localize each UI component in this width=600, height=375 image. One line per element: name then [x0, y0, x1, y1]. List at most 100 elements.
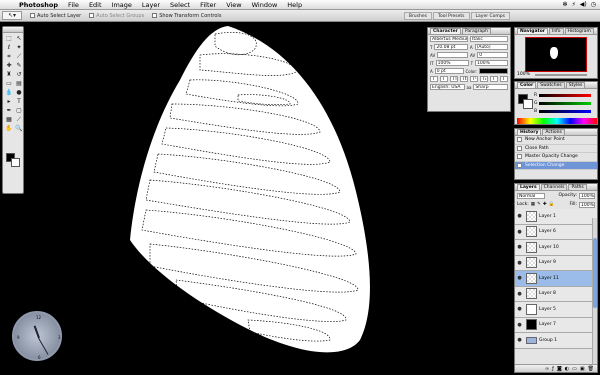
color-palette-header[interactable]: Color Swatches Styles	[515, 82, 597, 89]
visibility-eye-icon[interactable]: ●	[515, 244, 524, 250]
volume-icon[interactable]: ◀)	[580, 1, 587, 8]
visibility-eye-icon[interactable]: ●	[515, 337, 524, 343]
path-selection-tool-icon[interactable]: ▸	[4, 97, 14, 106]
battery-icon[interactable]: ⚡	[572, 1, 576, 8]
font-family-select[interactable]: Albertus Medium	[430, 36, 468, 42]
brush-tool-icon[interactable]: ✎	[14, 61, 24, 70]
font-size-field[interactable]: 20.08 pt	[434, 44, 468, 50]
gradient-tool-icon[interactable]: ▤	[14, 79, 24, 88]
navigator-preview[interactable]	[525, 37, 587, 72]
horizontal-scale-field[interactable]: 100%	[475, 60, 509, 66]
visibility-eye-icon[interactable]: ●	[515, 229, 524, 235]
menu-window[interactable]: Window	[247, 1, 283, 9]
faux-bold-button[interactable]: T	[430, 76, 438, 82]
show-transform-checkbox[interactable]: Show Transform Controls	[152, 13, 221, 19]
visibility-eye-icon[interactable]: ●	[515, 275, 524, 281]
visibility-eye-icon[interactable]: ●	[515, 260, 524, 266]
navigator-palette-header[interactable]: Navigator Info Histogram	[515, 28, 597, 35]
blue-slider[interactable]	[539, 110, 591, 113]
layer-row[interactable]: ● Layer 10	[515, 240, 597, 256]
opacity-field[interactable]: 100%	[579, 192, 595, 199]
zoom-tool-icon[interactable]: 🔍	[14, 124, 24, 133]
magic-wand-tool-icon[interactable]: ✦	[14, 43, 24, 52]
new-group-icon[interactable]: ▭	[572, 366, 577, 372]
layers-scrollbar[interactable]	[592, 218, 597, 364]
layers-palette-header[interactable]: Layers Channels Paths	[515, 184, 597, 191]
checkbox-icon[interactable]	[30, 13, 35, 18]
tab-swatches[interactable]: Swatches	[537, 82, 565, 88]
menu-help[interactable]: Help	[282, 1, 307, 9]
blur-tool-icon[interactable]: 💧	[4, 88, 14, 97]
fill-field[interactable]: 100%	[579, 201, 595, 208]
tab-character[interactable]: Character	[430, 28, 461, 34]
antialias-select[interactable]: Sharp	[473, 84, 508, 90]
strikethrough-button[interactable]: T	[500, 76, 508, 82]
layer-row[interactable]: ● Group 1	[515, 333, 597, 349]
eraser-tool-icon[interactable]: ▭	[4, 79, 14, 88]
zoom-level[interactable]: 100%	[517, 72, 530, 77]
layer-row[interactable]: ● Layer 5	[515, 302, 597, 318]
tab-history[interactable]: History	[517, 129, 542, 135]
lock-move-icon[interactable]: ✚	[543, 202, 547, 207]
font-style-select[interactable]: Italic	[470, 36, 508, 42]
history-item[interactable]: New Anchor Point	[515, 136, 597, 145]
color-spectrum-ramp[interactable]	[517, 118, 597, 124]
layer-row-selected[interactable]: ● Layer 11	[515, 271, 597, 287]
zoom-slider[interactable]	[535, 74, 587, 76]
background-color-swatch[interactable]	[11, 158, 20, 167]
lock-paint-icon[interactable]: ✎	[537, 202, 541, 207]
menu-filter[interactable]: Filter	[195, 1, 221, 9]
layer-row[interactable]: ● Layer 6	[515, 224, 597, 240]
menu-file[interactable]: File	[63, 1, 84, 9]
visibility-eye-icon[interactable]: ●	[515, 291, 524, 297]
well-brushes[interactable]: Brushes	[403, 11, 432, 20]
subscript-button[interactable]: T₁	[480, 76, 488, 82]
eyedropper-tool-icon[interactable]: ⟋	[14, 115, 24, 124]
layer-row[interactable]: ● Layer 1	[515, 209, 597, 225]
checkbox-icon[interactable]	[89, 13, 95, 18]
menu-select[interactable]: Select	[165, 1, 195, 9]
tab-channels[interactable]: Channels	[540, 184, 568, 190]
shape-tool-icon[interactable]: ▢	[14, 106, 24, 115]
underline-button[interactable]: T	[490, 76, 498, 82]
character-palette-header[interactable]: Character Paragraph	[428, 28, 510, 35]
healing-brush-tool-icon[interactable]: ✚	[4, 61, 14, 70]
adjustment-layer-icon[interactable]: ◐	[565, 366, 569, 372]
marquee-tool-icon[interactable]: ⬚	[4, 34, 14, 43]
tracking-field[interactable]: 0	[477, 52, 508, 58]
clone-stamp-tool-icon[interactable]: ♜	[4, 70, 14, 79]
notes-tool-icon[interactable]: ▦	[4, 115, 14, 124]
checkbox-icon[interactable]	[152, 13, 158, 18]
tab-paths[interactable]: Paths	[568, 184, 587, 190]
link-layers-icon[interactable]: ∞	[545, 366, 549, 372]
dodge-tool-icon[interactable]: ●	[14, 88, 24, 97]
tab-paragraph[interactable]: Paragraph	[461, 28, 491, 34]
lasso-tool-icon[interactable]: ℓ	[4, 43, 14, 52]
visibility-eye-icon[interactable]: ●	[515, 322, 524, 328]
history-brush-tool-icon[interactable]: ↺	[14, 70, 24, 79]
new-layer-icon[interactable]: ▣	[580, 366, 585, 372]
history-palette-header[interactable]: History Actions	[515, 129, 597, 136]
menu-edit[interactable]: Edit	[84, 1, 107, 9]
tab-histogram[interactable]: Histogram	[564, 28, 594, 34]
app-menu[interactable]: Photoshop	[14, 1, 63, 9]
lock-transparency-icon[interactable]: ▦	[531, 202, 535, 207]
small-caps-button[interactable]: Tt	[460, 76, 468, 82]
analog-clock-widget[interactable]: 12 3 6 9	[12, 311, 62, 361]
tab-info[interactable]: Info	[549, 28, 564, 34]
green-slider[interactable]	[539, 102, 591, 105]
superscript-button[interactable]: T¹	[470, 76, 478, 82]
pen-tool-icon[interactable]: ✒	[4, 106, 14, 115]
layer-row[interactable]: ● Layer 9	[515, 255, 597, 271]
menu-view[interactable]: View	[221, 1, 246, 9]
history-item-selected[interactable]: Selection Change	[515, 161, 597, 170]
slice-tool-icon[interactable]: ⟋	[14, 52, 24, 61]
visibility-eye-icon[interactable]: ●	[515, 306, 524, 312]
tab-navigator[interactable]: Navigator	[517, 28, 548, 34]
tab-actions[interactable]: Actions	[542, 129, 565, 135]
move-tool-preset-icon[interactable]: ↖▾	[2, 11, 22, 20]
layer-row[interactable]: ● Layer 7	[515, 317, 597, 333]
hand-tool-icon[interactable]: ✋	[4, 124, 14, 133]
red-slider[interactable]	[539, 94, 591, 97]
visibility-eye-icon[interactable]: ●	[515, 213, 524, 219]
